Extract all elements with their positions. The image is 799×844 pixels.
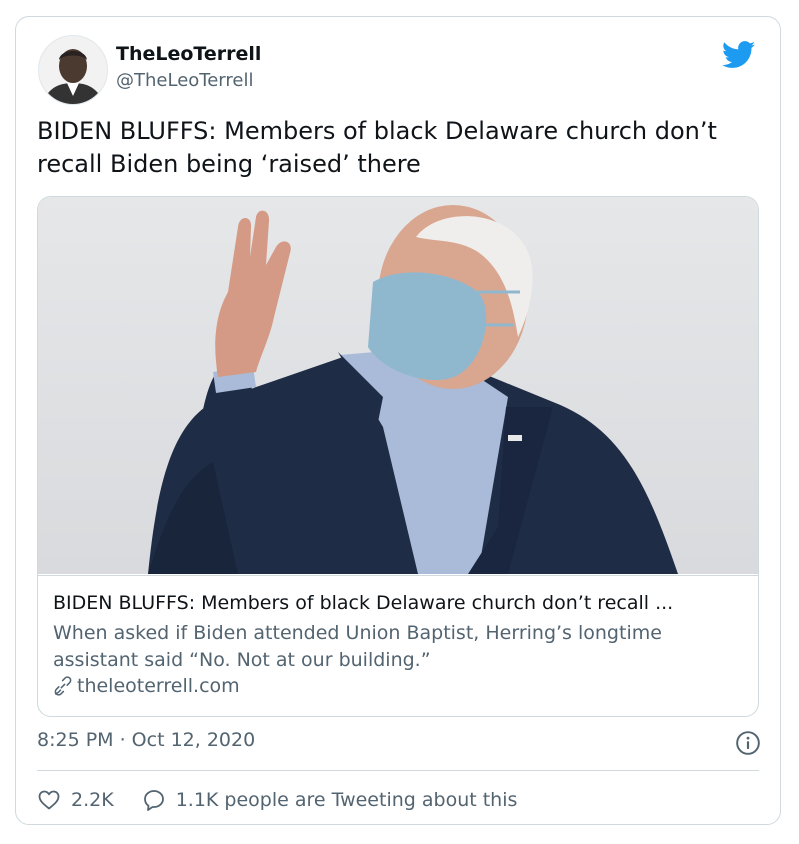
divider xyxy=(37,770,759,771)
like-count: 2.2K xyxy=(71,789,114,811)
author-display-name[interactable]: TheLeoTerrell xyxy=(116,43,261,65)
speech-bubble-icon xyxy=(143,790,164,811)
heart-icon xyxy=(38,790,60,810)
link-preview-text[interactable]: BIDEN BLUFFS: Members of black Delaware … xyxy=(38,575,758,716)
link-preview-photo xyxy=(38,197,758,574)
conversation-count: 1.1K people are Tweeting about this xyxy=(175,789,518,811)
avatar[interactable] xyxy=(38,35,108,105)
conversation-button[interactable]: 1.1K people are Tweeting about this xyxy=(142,788,518,812)
link-preview-domain-row[interactable]: theleoterrell.com xyxy=(53,675,240,697)
link-preview-description: When asked if Biden attended Union Bapti… xyxy=(53,622,662,671)
info-icon[interactable] xyxy=(735,730,761,756)
author-handle[interactable]: @TheLeoTerrell xyxy=(116,70,253,91)
avatar-portrait xyxy=(39,36,107,104)
link-icon xyxy=(54,676,72,696)
link-preview-domain[interactable]: theleoterrell.com xyxy=(77,675,240,697)
like-button[interactable]: 2.2K xyxy=(37,788,114,812)
action-bar: 2.2K 1.1K people are Tweeting about this xyxy=(37,785,545,815)
link-preview-title[interactable]: BIDEN BLUFFS: Members of black Delaware … xyxy=(53,592,743,614)
link-preview-card[interactable]: BIDEN BLUFFS: Members of black Delaware … xyxy=(37,196,759,717)
tweet-timestamp[interactable]: 8:25 PM · Oct 12, 2020 xyxy=(37,729,255,751)
tweet-card: TheLeoTerrell @TheLeoTerrell BIDEN BLUFF… xyxy=(15,16,781,825)
tweet-text: BIDEN BLUFFS: Members of black Delaware … xyxy=(37,117,717,178)
twitter-bird-icon[interactable] xyxy=(722,41,756,69)
